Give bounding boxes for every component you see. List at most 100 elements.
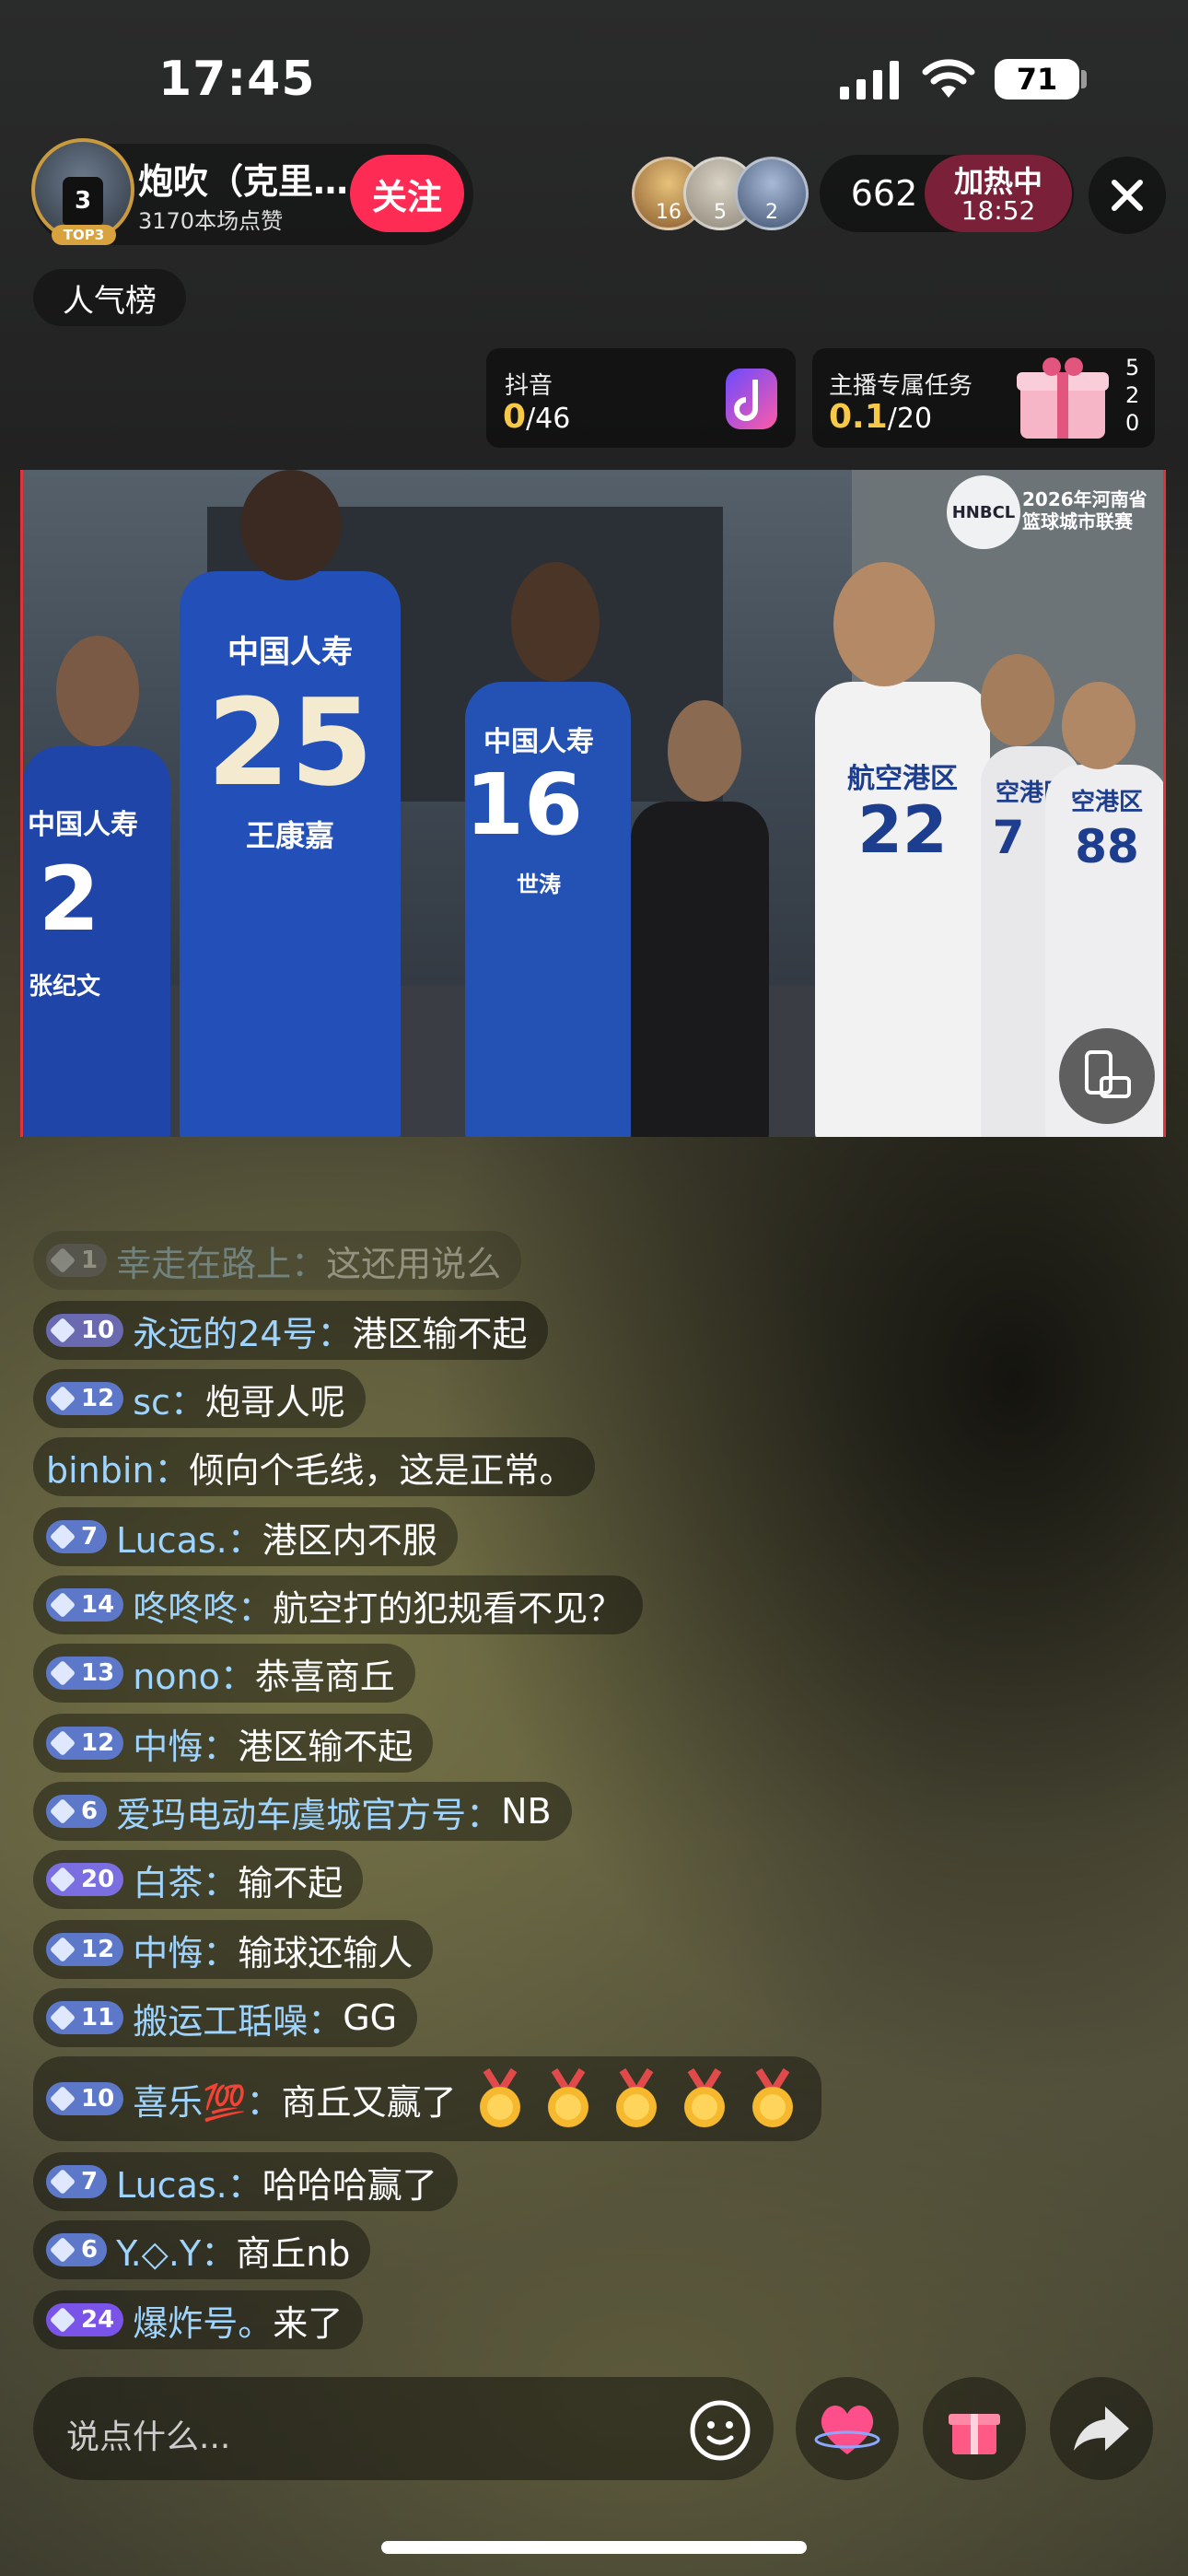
player-number: 2 [38, 848, 100, 951]
comment-row[interactable]: 6 Y.◇.Y： 商丘nb [33, 2220, 371, 2279]
comment-row[interactable]: 12 中悔： 输球还输人 [33, 1920, 434, 1979]
gem-icon [49, 1659, 76, 1687]
emoji-button[interactable] [689, 2399, 751, 2465]
anchor-task-side: 5 2 0 [1125, 354, 1139, 437]
level-number: 12 [81, 1385, 115, 1412]
league-logo: HNBCL [947, 475, 1020, 549]
gift-box-icon [1015, 354, 1111, 442]
league-name-line1: 2026年河南省 [1022, 488, 1147, 510]
status-time: 17:45 [158, 52, 316, 107]
share-icon [1074, 2406, 1129, 2451]
comment-row[interactable]: 12 中悔： 港区输不起 [33, 1714, 434, 1773]
comment-row[interactable]: 6 爱玛电动车虞城官方号： NB [33, 1782, 572, 1841]
comment-row[interactable]: 13 nono： 恭喜商丘 [33, 1644, 415, 1703]
like-button[interactable] [796, 2377, 899, 2480]
viewer-badge: 16 [656, 201, 681, 224]
comment-username[interactable]: nono： [133, 1648, 255, 1699]
comment-username[interactable]: 喜乐💯： [133, 2074, 281, 2125]
gem-icon [49, 1385, 76, 1412]
comment-row[interactable]: 1 幸走在路上： 这还用说么 [33, 1231, 522, 1290]
referee-head [668, 700, 741, 802]
battery-tip [1081, 70, 1087, 88]
comment-username[interactable]: 咚咚咚： [133, 1580, 273, 1631]
level-number: 7 [81, 2168, 99, 2195]
comment-text: 港区输不起 [238, 1726, 413, 1767]
player-number: 88 [1075, 820, 1139, 873]
gold-medal-emoji-icon [683, 2067, 725, 2127]
comment-username[interactable]: 幸走在路上： [116, 1235, 326, 1286]
player-head [240, 470, 342, 580]
viewer-avatar-3[interactable]: 2 [735, 157, 809, 230]
douyin-task-title: 抖音 [505, 372, 553, 400]
anchor-task-progress: 0.1/20 [829, 398, 932, 436]
comment-text: 来了 [273, 2302, 344, 2344]
comment-username[interactable]: Lucas.： [116, 2157, 262, 2207]
gem-icon [49, 2004, 76, 2032]
comment-row[interactable]: 7 Lucas.： 哈哈哈赢了 [33, 2152, 458, 2211]
gem-icon [49, 1797, 76, 1825]
popularity-rank-button[interactable]: 人气榜 [33, 269, 186, 326]
comment-text: 哈哈哈赢了 [262, 2164, 437, 2206]
gold-medal-emoji-icon [547, 2067, 588, 2127]
player-head [833, 562, 935, 686]
comment-username[interactable]: 爱玛电动车虞城官方号： [116, 1786, 501, 1837]
level-number: 14 [81, 1591, 115, 1619]
comment-username[interactable]: 白茶： [133, 1855, 238, 1905]
comment-row[interactable]: 11 搬运工聒噪： GG [33, 1988, 418, 2047]
level-number: 13 [81, 1659, 115, 1687]
comment-row[interactable]: 24 爆炸号。 来了 [33, 2290, 364, 2349]
player-number: 16 [465, 755, 584, 854]
side-digit: 2 [1125, 382, 1140, 408]
level-badge: 6 [46, 1795, 108, 1828]
viewer-badge: 5 [714, 201, 727, 224]
player-name: 王康嘉 [245, 818, 334, 853]
level-badge: 7 [46, 2165, 108, 2198]
comment-username[interactable]: 永远的24号： [133, 1306, 352, 1356]
gem-icon [49, 2236, 76, 2264]
level-badge: 12 [46, 1382, 124, 1415]
host-likes: 3170本场点赞 [138, 208, 284, 234]
comment-row[interactable]: 10 喜乐💯： 商丘又赢了 [33, 2056, 821, 2141]
league-name-line2: 篮球城市联赛 [1022, 510, 1133, 533]
level-number: 7 [81, 1523, 99, 1551]
comment-row[interactable]: 14 咚咚咚： 航空打的犯规看不见？ [33, 1575, 644, 1634]
player-team: 中国人寿 [28, 809, 138, 841]
player-name: 张纪文 [28, 973, 100, 1001]
host-name[interactable]: 炮吹（克里… [138, 153, 348, 204]
comment-row[interactable]: 12 sc： 炮哥人呢 [33, 1369, 366, 1428]
rotate-screen-icon [1085, 1050, 1131, 1098]
comment-username[interactable]: 爆炸号。 [133, 2295, 273, 2346]
battery-indicator: 71 [995, 59, 1079, 100]
comment-row[interactable]: 20 白茶： 输不起 [33, 1850, 364, 1909]
douyin-task-card[interactable]: 抖音 0/46 [486, 348, 796, 448]
follow-button[interactable]: 关注 [350, 155, 464, 232]
comment-text: 商丘nb [236, 2232, 351, 2274]
comment-username[interactable]: 中悔： [133, 1718, 238, 1769]
comment-row[interactable]: binbin： 倾向个毛线，这是正常。 [33, 1437, 595, 1496]
gold-medal-emoji-icon [751, 2067, 793, 2127]
comment-username[interactable]: sc： [133, 1374, 205, 1424]
comment-username[interactable]: binbin： [46, 1442, 190, 1493]
comment-username[interactable]: Lucas.： [116, 1512, 262, 1563]
gem-icon [49, 2085, 76, 2113]
player-head [1062, 682, 1136, 769]
close-button[interactable] [1089, 157, 1166, 234]
comment-text: 港区输不起 [352, 1313, 528, 1354]
wifi-icon [922, 59, 975, 98]
live-video[interactable]: 中国人寿 2 张纪文 中国人寿 25 王康嘉 中国人寿 16 世涛 航空港区 2… [20, 470, 1166, 1137]
share-button[interactable] [1050, 2377, 1153, 2480]
comment-username[interactable]: Y.◇.Y： [116, 2225, 236, 2276]
rotate-screen-button[interactable] [1059, 1028, 1155, 1124]
comment-username[interactable]: 搬运工聒噪： [133, 1993, 343, 2043]
level-badge: 7 [46, 1520, 108, 1553]
gift-button[interactable] [923, 2377, 1026, 2480]
anchor-task-card[interactable]: 主播专属任务 0.1/20 5 2 0 [812, 348, 1155, 448]
level-badge: 20 [46, 1863, 124, 1896]
comment-row[interactable]: 10 永远的24号： 港区输不起 [33, 1301, 548, 1360]
viewer-badge: 2 [765, 201, 778, 224]
home-indicator[interactable] [381, 2541, 807, 2554]
comment-row[interactable]: 7 Lucas.： 港区内不服 [33, 1507, 458, 1566]
level-badge: 1 [46, 1244, 108, 1277]
douyin-task-current: 0 [503, 398, 527, 436]
comment-username[interactable]: 中悔： [133, 1925, 238, 1975]
